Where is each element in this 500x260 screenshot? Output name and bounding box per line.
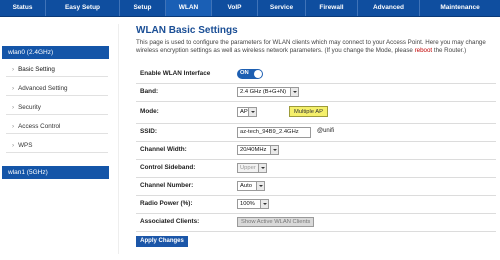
sidebar-item-label: Advanced Setting	[18, 85, 68, 92]
mode-select[interactable]: AP	[237, 107, 257, 117]
ssid-label: SSID:	[140, 128, 158, 135]
toggle-knob	[254, 70, 262, 78]
top-nav-bar: Status Easy Setup Setup WLAN VoIP Servic…	[0, 0, 500, 17]
chevron-down-icon	[270, 146, 278, 154]
control-sideband-value: Upper	[240, 165, 256, 171]
content-divider	[118, 24, 119, 254]
chevron-down-icon	[248, 108, 256, 116]
row-band: Band: 2.4 GHz (B+G+N)	[136, 84, 496, 102]
sidebar-group-wlan0[interactable]: wlan0 (2.4GHz)	[2, 46, 109, 59]
tab-setup[interactable]: Setup	[120, 0, 166, 16]
row-channel-number: Channel Number: Auto	[136, 178, 496, 196]
sidebar-item-wps[interactable]: › WPS	[6, 139, 108, 153]
tab-wlan[interactable]: WLAN	[166, 0, 212, 16]
radio-power-label: Radio Power (%):	[140, 200, 193, 207]
sidebar-item-label: Basic Setting	[18, 66, 55, 73]
chevron-right-icon: ›	[12, 85, 15, 92]
row-enable-wlan: Enable WLAN Interface ON	[136, 66, 496, 84]
channel-width-label: Channel Width:	[140, 146, 187, 153]
enable-wlan-toggle[interactable]: ON	[237, 69, 263, 79]
tab-easy-setup[interactable]: Easy Setup	[46, 0, 120, 16]
sidebar-item-label: Access Control	[18, 123, 61, 130]
mode-select-value: AP	[240, 109, 248, 115]
sidebar-item-security[interactable]: › Security	[6, 101, 108, 115]
page-description: This page is used to configure the param…	[136, 39, 496, 56]
sidebar-item-label: WPS	[18, 142, 33, 149]
page-title: WLAN Basic Settings	[136, 25, 238, 36]
tab-maintenance[interactable]: Maintenance	[420, 0, 500, 16]
chevron-down-icon	[256, 182, 264, 190]
mode-label: Mode:	[140, 108, 159, 115]
chevron-right-icon: ›	[12, 66, 15, 73]
chevron-right-icon: ›	[12, 142, 15, 149]
control-sideband-label: Control Sideband:	[140, 164, 196, 171]
associated-clients-label: Associated Clients:	[140, 218, 200, 225]
enable-wlan-label: Enable WLAN Interface	[140, 70, 211, 77]
band-select[interactable]: 2.4 GHz (B+G+N)	[237, 87, 299, 97]
band-select-value: 2.4 GHz (B+G+N)	[240, 89, 287, 95]
chevron-down-icon	[260, 200, 268, 208]
channel-number-label: Channel Number:	[140, 182, 194, 189]
tab-advanced[interactable]: Advanced	[358, 0, 420, 16]
chevron-down-icon	[290, 88, 298, 96]
row-mode: Mode: AP Multiple AP	[136, 102, 496, 124]
tab-status[interactable]: Status	[0, 0, 46, 16]
tab-firewall[interactable]: Firewall	[306, 0, 358, 16]
toggle-state-text: ON	[240, 70, 249, 76]
control-sideband-select[interactable]: Upper	[237, 163, 267, 173]
sidebar: wlan0 (2.4GHz) › Basic Setting › Advanced …	[2, 44, 112, 194]
row-channel-width: Channel Width: 20/40MHz	[136, 142, 496, 160]
apply-changes-button[interactable]: Apply Changes	[136, 236, 188, 247]
radio-power-value: 100%	[240, 201, 255, 207]
radio-power-select[interactable]: 100%	[237, 199, 269, 209]
sidebar-item-advanced-setting[interactable]: › Advanced Setting	[6, 82, 108, 96]
chevron-right-icon: ›	[12, 104, 15, 111]
tab-service[interactable]: Service	[258, 0, 306, 16]
channel-number-value: Auto	[240, 183, 252, 189]
channel-width-value: 20/40MHz	[240, 147, 267, 153]
multiple-ap-button[interactable]: Multiple AP	[289, 106, 328, 117]
tab-voip[interactable]: VoIP	[212, 0, 258, 16]
sidebar-group-wlan1[interactable]: wlan1 (5GHz)	[2, 166, 109, 179]
ssid-suffix: @unifi	[317, 128, 335, 134]
row-radio-power: Radio Power (%): 100%	[136, 196, 496, 214]
row-ssid: SSID: az-tech_94B9_2.4GHz @unifi	[136, 124, 496, 142]
sidebar-item-basic-setting[interactable]: › Basic Setting	[6, 63, 108, 77]
row-control-sideband: Control Sideband: Upper	[136, 160, 496, 178]
chevron-down-icon	[258, 164, 266, 172]
ssid-input[interactable]: az-tech_94B9_2.4GHz	[237, 127, 311, 138]
band-label: Band:	[140, 88, 159, 95]
channel-number-select[interactable]: Auto	[237, 181, 265, 191]
chevron-right-icon: ›	[12, 123, 15, 130]
sidebar-item-access-control[interactable]: › Access Control	[6, 120, 108, 134]
show-active-clients-button[interactable]: Show Active WLAN Clients	[237, 217, 315, 227]
reboot-link[interactable]: reboot	[415, 47, 433, 54]
channel-width-select[interactable]: 20/40MHz	[237, 145, 279, 155]
row-associated-clients: Associated Clients: Show Active WLAN Cli…	[136, 214, 496, 232]
description-tail: the Router.)	[432, 47, 467, 55]
sidebar-item-label: Security	[18, 104, 41, 111]
